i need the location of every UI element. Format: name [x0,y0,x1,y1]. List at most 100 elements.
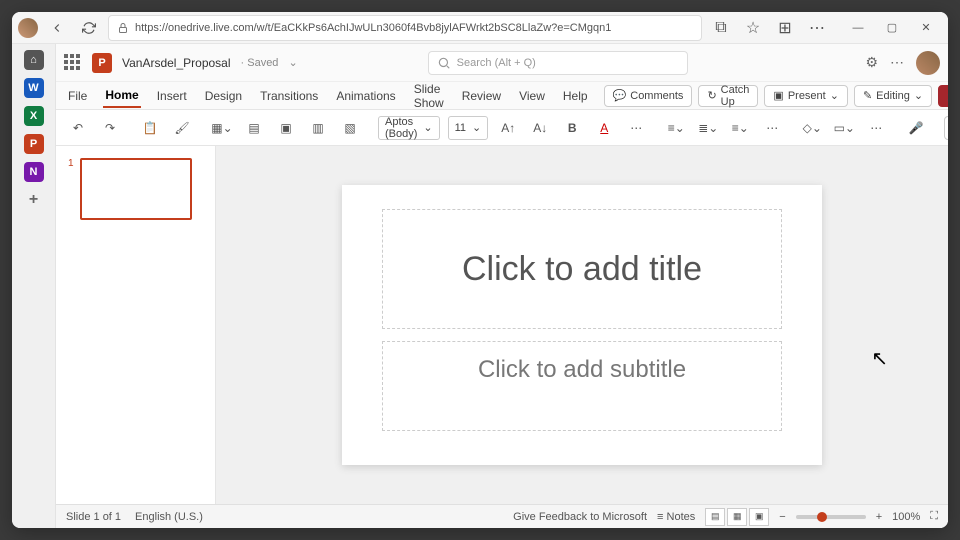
comments-label: Comments [630,90,683,102]
app-launcher-icon[interactable] [64,54,82,72]
title-placeholder[interactable]: Click to add title [382,209,782,329]
rail-powerpoint-icon[interactable]: P [24,134,44,154]
bold-button[interactable]: B [560,116,584,140]
notes-button[interactable]: ≡ Notes [657,511,695,523]
more-font-button[interactable]: ⋯ [624,116,648,140]
zoom-knob[interactable] [817,512,827,522]
tab-transitions[interactable]: Transitions [258,85,320,107]
powerpoint-main: P VanArsdel_Proposal · Saved ⌄ Search (A… [56,44,948,528]
collections-icon[interactable]: ⊞ [772,15,798,41]
rail-home-icon[interactable]: ⌂ [24,50,44,70]
present-button[interactable]: ▣ Present ⌄ [764,85,848,107]
bullets-button[interactable]: ≡⌄ [664,116,688,140]
search-placeholder: Search (Alt + Q) [457,57,536,69]
app-body: ⌂ W X P N + P VanArsdel_Proposal · Saved… [12,44,948,528]
language-status[interactable]: English (U.S.) [135,511,203,523]
notes-label: Notes [667,511,696,523]
search-box[interactable]: Search (Alt + Q) [428,51,688,75]
tab-file[interactable]: File [66,85,89,107]
title-row: P VanArsdel_Proposal · Saved ⌄ Search (A… [56,44,948,82]
reuse-button[interactable]: ▧ [338,116,362,140]
feedback-link[interactable]: Give Feedback to Microsoft [513,511,647,523]
zoom-in-button[interactable]: + [876,511,882,523]
view-buttons: ▤ ▦ ▣ [705,508,769,526]
ribbon-tabs: File Home Insert Design Transitions Anim… [56,82,948,110]
font-size-selector[interactable]: 11 ⌄ [448,116,489,140]
increase-font-button[interactable]: A↑ [496,116,520,140]
sorter-view-button[interactable]: ▦ [727,508,747,526]
slide-1: Click to add title Click to add subtitle [342,185,822,465]
present-label: Present [788,90,826,102]
chevron-down-icon: ⌄ [472,121,481,134]
user-avatar-icon[interactable] [916,51,940,75]
rail-excel-icon[interactable]: X [24,106,44,126]
normal-view-button[interactable]: ▤ [705,508,725,526]
slide-thumbnail-1[interactable] [80,158,192,220]
font-selector[interactable]: Aptos (Body)⌄ [378,116,440,140]
fit-to-window-button[interactable]: ⛶ [930,510,938,523]
tab-home[interactable]: Home [103,84,140,108]
copilot-button[interactable]: ◎Copilot [944,116,948,140]
zoom-value[interactable]: 100% [892,511,920,523]
arrange-button[interactable]: ▭⌄ [832,116,856,140]
maximize-button[interactable]: ▢ [876,15,908,41]
rail-onenote-icon[interactable]: N [24,162,44,182]
left-app-rail: ⌂ W X P N + [12,44,56,528]
back-button[interactable] [44,15,70,41]
slide-canvas-area[interactable]: Click to add title Click to add subtitle… [216,146,948,504]
rail-word-icon[interactable]: W [24,78,44,98]
tab-animations[interactable]: Animations [334,85,397,107]
comments-button[interactable]: 💬 Comments [604,85,693,107]
favorite-icon[interactable]: ☆ [740,15,766,41]
tab-insert[interactable]: Insert [155,85,189,107]
title-more-icon[interactable]: ⋯ [890,54,904,71]
url-text: https://onedrive.live.com/w/t/EaCKkPs6Ac… [135,22,611,34]
zoom-slider[interactable] [796,515,866,519]
slide-count: Slide 1 of 1 [66,511,121,523]
settings-icon[interactable]: ⚙ [865,54,878,71]
font-size-label: 11 [455,122,466,134]
undo-button[interactable]: ↶ [66,116,90,140]
decrease-font-button[interactable]: A↓ [528,116,552,140]
close-button[interactable]: ✕ [910,15,942,41]
layout-button[interactable]: ▤ [242,116,266,140]
zoom-out-button[interactable]: − [779,511,785,523]
more-paragraph-button[interactable]: ⋯ [760,116,784,140]
more-drawing-button[interactable]: ⋯ [864,116,888,140]
read-aloud-icon[interactable]: ⧉ [708,15,734,41]
subtitle-placeholder[interactable]: Click to add subtitle [382,341,782,431]
share-button[interactable]: 👥 Share ⌄ [938,85,948,107]
refresh-button[interactable] [76,15,102,41]
clipboard-button[interactable]: 📋 [138,116,162,140]
dictate-button[interactable]: 🎤 [904,116,928,140]
chevron-down-icon[interactable]: ⌄ [288,56,297,69]
editing-button[interactable]: ✎ Editing ⌄ [854,85,932,107]
tab-design[interactable]: Design [203,85,244,107]
format-painter-button[interactable]: 🖌 [170,116,194,140]
new-slide-button[interactable]: ▦⌄ [210,116,234,140]
reset-button[interactable]: ▣ [274,116,298,140]
save-state: · Saved [241,57,279,69]
profile-avatar-icon[interactable] [18,18,38,38]
status-bar: Slide 1 of 1 English (U.S.) Give Feedbac… [56,504,948,528]
thumbnail-number: 1 [68,158,74,220]
reading-view-button[interactable]: ▣ [749,508,769,526]
address-bar[interactable]: https://onedrive.live.com/w/t/EaCKkPs6Ac… [108,15,702,41]
tab-review[interactable]: Review [460,85,503,107]
minimize-button[interactable]: — [842,15,874,41]
numbering-button[interactable]: ≣⌄ [696,116,720,140]
browser-more-icon[interactable]: ⋯ [804,15,830,41]
tab-view[interactable]: View [517,85,547,107]
tab-help[interactable]: Help [561,85,590,107]
redo-button[interactable]: ↷ [98,116,122,140]
rail-add-icon[interactable]: + [24,190,44,210]
font-color-button[interactable]: A [592,116,616,140]
tab-slideshow[interactable]: Slide Show [412,78,446,114]
catchup-button[interactable]: ↻ Catch Up [698,85,758,107]
section-button[interactable]: ▥ [306,116,330,140]
document-name[interactable]: VanArsdel_Proposal [122,56,231,70]
browser-window: https://onedrive.live.com/w/t/EaCKkPs6Ac… [12,12,948,528]
align-button[interactable]: ≡⌄ [728,116,752,140]
catchup-label: Catch Up [721,84,750,108]
shapes-button[interactable]: ◇⌄ [800,116,824,140]
